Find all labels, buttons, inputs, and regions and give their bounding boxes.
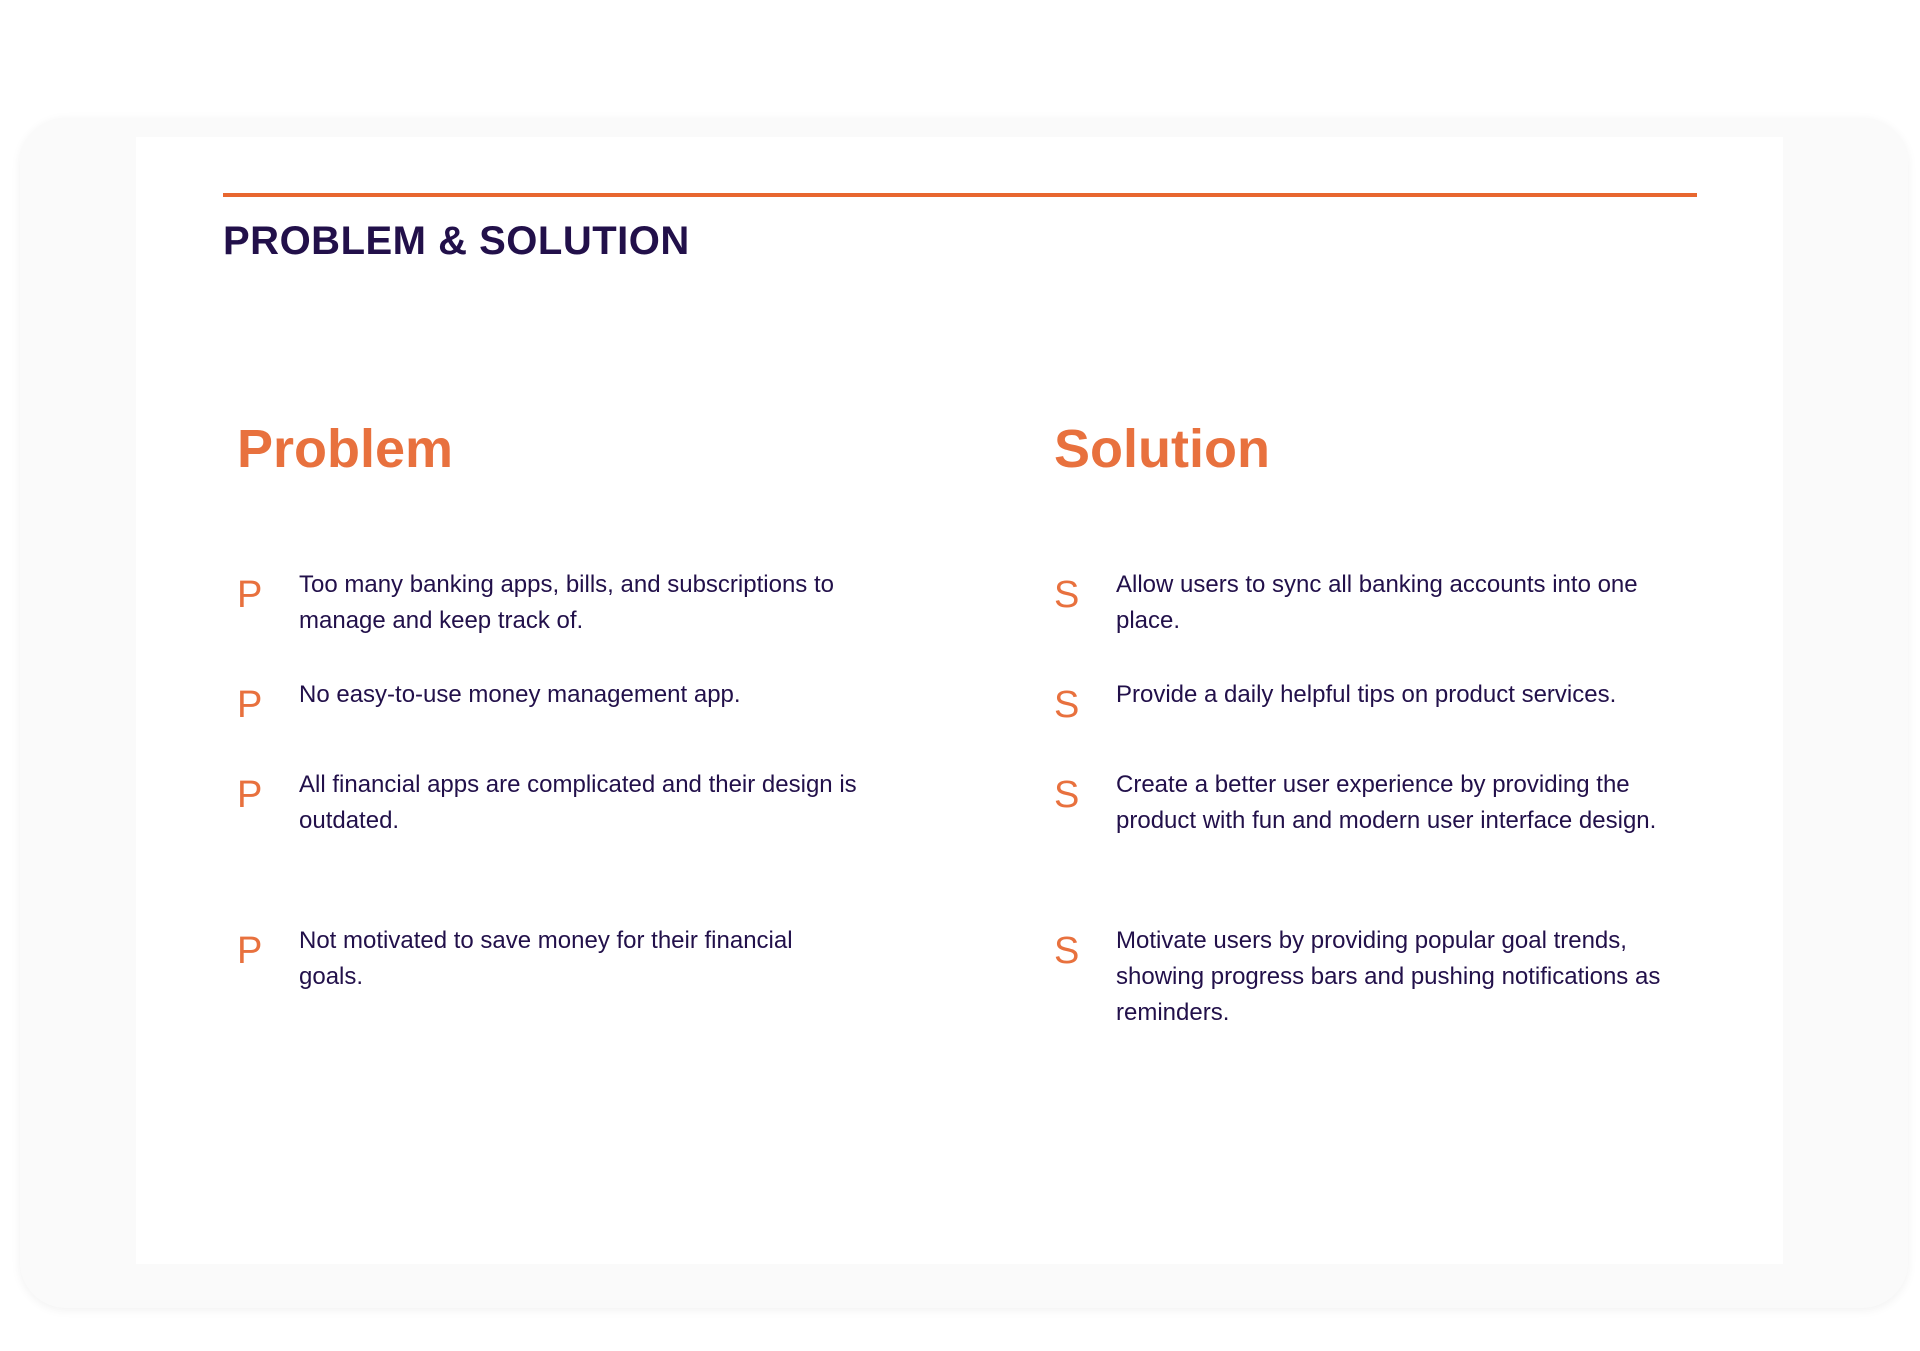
problem-text: Not motivated to save money for their fi… — [299, 927, 793, 990]
problem-marker: P — [237, 930, 263, 972]
solution-marker: S — [1054, 574, 1080, 616]
solution-marker: S — [1054, 684, 1080, 726]
solution-text: Create a better user experience by provi… — [1116, 771, 1657, 834]
problem-marker: P — [237, 574, 263, 616]
solution-item: S Provide a daily helpful tips on produc… — [1054, 677, 1704, 726]
accent-rule — [223, 193, 1697, 197]
problem-text: No easy-to-use money management app. — [299, 681, 741, 708]
problem-text: Too many banking apps, bills, and subscr… — [299, 571, 834, 634]
solution-heading: Solution — [1054, 419, 1270, 479]
problem-marker: P — [237, 774, 263, 816]
problem-item: P All financial apps are complicated and… — [237, 767, 857, 839]
solution-text: Motivate users by providing popular goal… — [1116, 927, 1661, 1026]
solution-marker: S — [1054, 774, 1080, 816]
problem-text: All financial apps are complicated and t… — [299, 771, 857, 834]
section-title: PROBLEM & SOLUTION — [223, 219, 690, 263]
solution-item: S Create a better user experience by pro… — [1054, 767, 1704, 839]
solution-text: Allow users to sync all banking accounts… — [1116, 571, 1638, 634]
solution-text: Provide a daily helpful tips on product … — [1116, 681, 1617, 708]
solution-marker: S — [1054, 930, 1080, 972]
problem-marker: P — [237, 684, 263, 726]
problem-item: P Not motivated to save money for their … — [237, 923, 857, 995]
solution-item: S Motivate users by providing popular go… — [1054, 923, 1704, 1031]
solution-item: S Allow users to sync all banking accoun… — [1054, 567, 1704, 639]
problem-item: P No easy-to-use money management app. — [237, 677, 857, 726]
problem-heading: Problem — [237, 419, 454, 479]
problem-item: P Too many banking apps, bills, and subs… — [237, 567, 857, 639]
